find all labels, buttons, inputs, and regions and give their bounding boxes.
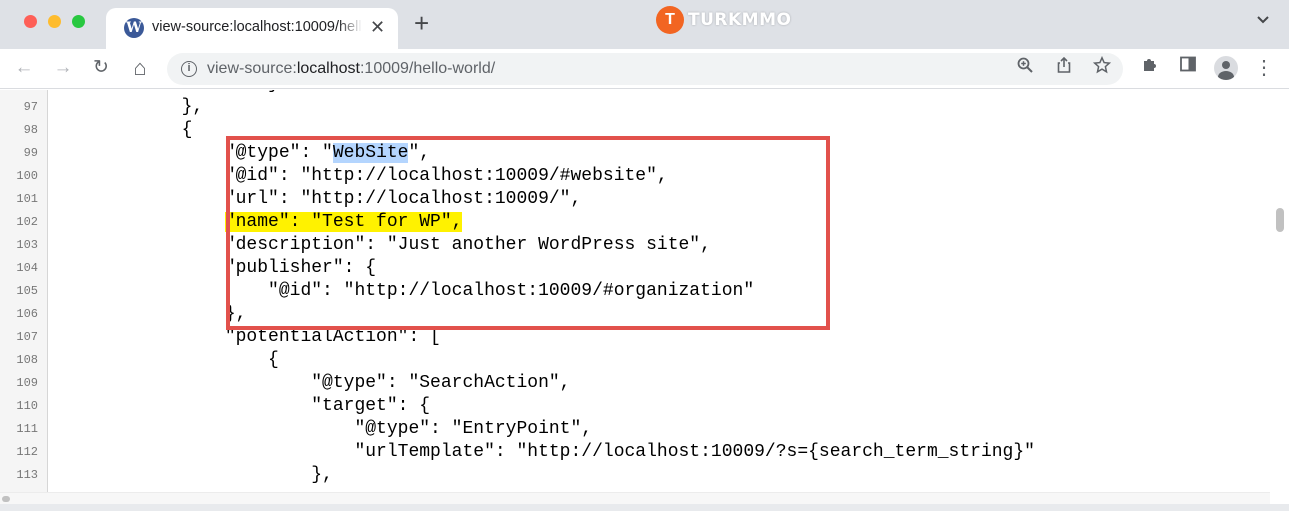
wordpress-icon: W (124, 18, 144, 38)
url-text[interactable]: view-source:localhost:10009/hello-world/ (207, 60, 495, 78)
line-code[interactable]: "urlTemplate": "http://localhost:10009/?… (52, 441, 1035, 464)
line-number: 102 (16, 215, 38, 229)
source-line: 97 }, (0, 96, 1270, 119)
view-source-content: } 97 },98 {99 "@type": "WebSite",100 "@i… (0, 90, 1289, 511)
minimize-window-button[interactable] (48, 15, 61, 28)
share-button[interactable] (1051, 56, 1077, 82)
watermark-logo: T (656, 6, 684, 34)
line-number: 99 (23, 146, 38, 160)
close-window-button[interactable] (24, 15, 37, 28)
side-panel-icon (1180, 56, 1196, 72)
line-number: 105 (16, 284, 38, 298)
active-tab[interactable]: W view-source:localhost:10009/hello-worl… (106, 8, 398, 49)
horizontal-scrollbar[interactable] (0, 492, 1270, 504)
source-line: 110 "target": { (0, 395, 1270, 418)
info-icon[interactable]: i (181, 61, 197, 77)
zoom-icon (1017, 57, 1033, 73)
line-number: 110 (16, 399, 38, 413)
new-tab-button[interactable]: + (414, 10, 429, 36)
reload-button[interactable]: ↻ (88, 55, 114, 81)
source-line: 108 { (0, 349, 1270, 372)
zoom-button[interactable] (1012, 56, 1038, 82)
back-button[interactable]: ← (11, 55, 37, 81)
reload-icon: ↻ (93, 57, 109, 78)
line-number: 112 (16, 445, 38, 459)
line-code[interactable]: }, (52, 303, 247, 326)
address-bar[interactable]: i view-source:localhost:10009/hello-worl… (167, 53, 1123, 85)
vertical-scrollbar-thumb[interactable] (1276, 208, 1284, 232)
line-code[interactable]: }, (52, 96, 204, 119)
annotation-box (226, 136, 830, 330)
browser-toolbar: ← → ↻ ⌂ i view-source:localhost:10009/he… (0, 49, 1289, 89)
back-arrow-icon: ← (14, 57, 34, 78)
browser-menu-button[interactable]: ⋮ (1251, 55, 1277, 81)
url-path: :10009/hello-world/ (359, 60, 496, 77)
line-code[interactable]: { (52, 349, 279, 372)
home-icon: ⌂ (133, 55, 147, 80)
line-code[interactable]: }, (52, 464, 333, 487)
source-line: 113 }, (0, 464, 1270, 487)
home-button[interactable]: ⌂ (127, 55, 153, 81)
tab-title: view-source:localhost:10009/hello-world/ (152, 19, 362, 35)
line-number: 108 (16, 353, 38, 367)
line-number: 109 (16, 376, 38, 390)
chevron-down-icon (1257, 16, 1269, 24)
line-code[interactable]: { (52, 119, 193, 142)
puzzle-icon (1144, 59, 1156, 71)
bookmark-button[interactable] (1089, 55, 1115, 82)
profile-avatar[interactable] (1214, 56, 1238, 80)
line-number: 107 (16, 330, 38, 344)
tab-strip: W view-source:localhost:10009/hello-worl… (0, 0, 1289, 49)
extensions-button[interactable] (1137, 55, 1163, 81)
line-number: 98 (23, 123, 38, 137)
line-number: 101 (16, 192, 38, 206)
url-prefix: view-source: (207, 60, 297, 77)
forward-button[interactable]: → (50, 55, 76, 81)
window-bottom-edge (0, 504, 1289, 511)
star-icon (1092, 55, 1112, 74)
tab-search-button[interactable] (1256, 12, 1270, 30)
source-line: 109 "@type": "SearchAction", (0, 372, 1270, 395)
watermark-text: TURKMMO (688, 10, 792, 30)
close-icon[interactable]: ✕ (370, 16, 385, 38)
line-number: 111 (16, 422, 38, 436)
kebab-menu-icon: ⋮ (1254, 57, 1274, 79)
line-number: 104 (16, 261, 38, 275)
share-icon (1057, 56, 1071, 73)
line-number: 106 (16, 307, 38, 321)
line-code[interactable]: "@type": "SearchAction", (52, 372, 570, 395)
line-code[interactable]: "@type": "EntryPoint", (52, 418, 592, 441)
line-number: 103 (16, 238, 38, 252)
line-number: 100 (16, 169, 38, 183)
forward-arrow-icon: → (53, 57, 73, 78)
line-number: 97 (23, 100, 38, 114)
side-panel-button[interactable] (1175, 55, 1201, 81)
maximize-window-button[interactable] (72, 15, 85, 28)
line-number: 113 (16, 468, 38, 482)
source-line: 112 "urlTemplate": "http://localhost:100… (0, 441, 1270, 464)
line-code[interactable]: "target": { (52, 395, 430, 418)
url-host: localhost (296, 60, 360, 77)
source-line: 111 "@type": "EntryPoint", (0, 418, 1270, 441)
